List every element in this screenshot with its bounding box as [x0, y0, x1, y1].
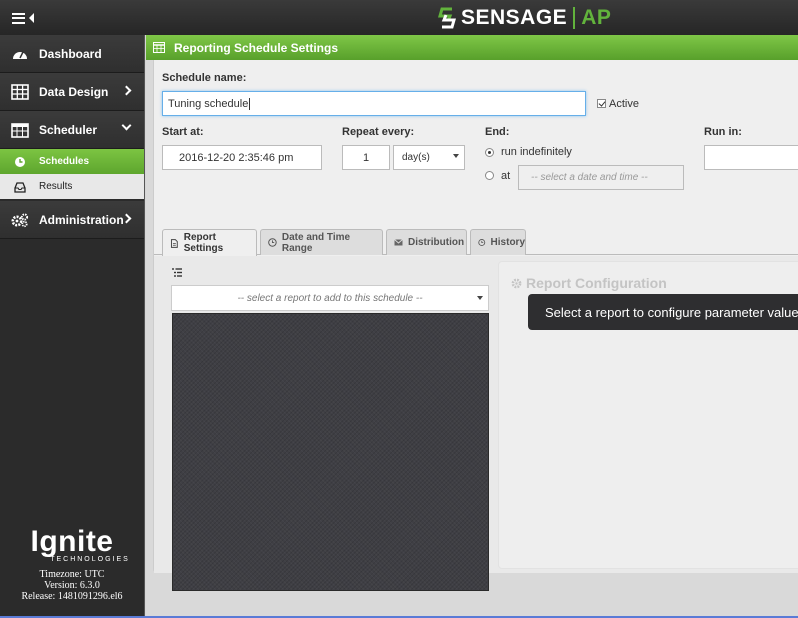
repeat-unit-value: day(s) — [402, 152, 430, 163]
tooltip-text: Select a report to configure parameter v… — [545, 304, 798, 320]
dashboard-icon — [13, 51, 27, 59]
sidebar-item-results[interactable]: Results — [0, 174, 144, 199]
end-at-label: at — [501, 170, 511, 182]
sidebar-item-scheduler[interactable]: Scheduler — [0, 111, 144, 149]
sidebar-footer: Ignite TECHNOLOGIES Timezone: UTC Versio… — [0, 525, 144, 618]
repeat-unit-select[interactable]: day(s) — [393, 145, 465, 170]
gears-icon — [11, 212, 29, 227]
panel-header: Reporting Schedule Settings — [146, 35, 798, 60]
chevron-down-icon — [477, 296, 483, 300]
schedule-name-value: Tuning schedule — [168, 97, 249, 110]
report-select-placeholder: -- select a report to add to this schedu… — [237, 292, 423, 304]
tab-label: Date and Time Range — [281, 231, 351, 254]
end-indefinitely-radio[interactable] — [485, 148, 494, 157]
end-at-radio[interactable] — [485, 171, 494, 180]
sidebar-item-label: Results — [39, 181, 73, 192]
clock-icon — [268, 238, 277, 247]
calendar-icon — [153, 42, 165, 53]
inbox-icon — [14, 181, 26, 193]
menu-toggle-button[interactable] — [12, 10, 42, 26]
tab-date-time-range[interactable]: Date and Time Range — [260, 229, 383, 255]
repeat-every-label: Repeat every: — [342, 126, 415, 138]
version-text: Version: 6.3.0 — [44, 580, 100, 591]
grid-icon — [11, 83, 29, 100]
brand-name: SENSAGE — [461, 6, 568, 29]
start-at-value: 2016-12-20 2:35:46 pm — [179, 151, 294, 164]
brand-logo: SENSAGE AP — [438, 5, 611, 31]
sidebar: Dashboard Data Design Scheduler Schedule… — [0, 35, 145, 618]
report-list-panel[interactable] — [172, 313, 489, 591]
brand-divider — [573, 7, 576, 29]
configure-hint-tooltip: Select a report to configure parameter v… — [528, 294, 798, 330]
start-at-input[interactable]: 2016-12-20 2:35:46 pm — [162, 145, 322, 170]
report-configuration-panel: Report Configuration Select a report to … — [498, 261, 798, 569]
schedule-name-label: Schedule name: — [162, 72, 247, 84]
tab-label: Report Settings — [183, 232, 224, 254]
schedule-name-input[interactable]: Tuning schedule — [162, 91, 586, 116]
chevron-down-icon — [121, 120, 132, 131]
run-in-label: Run in: — [704, 126, 742, 138]
report-select[interactable]: -- select a report to add to this schedu… — [171, 285, 489, 311]
sidebar-item-dashboard[interactable]: Dashboard — [0, 35, 144, 73]
sidebar-item-label: Schedules — [39, 156, 90, 167]
tab-bar: Report Settings Date and Time Range Dist… — [154, 229, 798, 256]
end-date-input[interactable]: -- select a date and time -- — [518, 165, 684, 190]
tab-distribution[interactable]: Distribution — [386, 229, 467, 255]
envelope-icon — [394, 239, 403, 246]
sidebar-item-label: Dashboard — [39, 46, 102, 61]
clock-icon — [15, 156, 25, 167]
ignite-logo: Ignite — [30, 525, 114, 558]
report-configuration-title-text: Report Configuration — [526, 275, 667, 291]
sidebar-item-data-design[interactable]: Data Design — [0, 73, 144, 111]
active-label: Active — [609, 98, 639, 110]
chevron-right-icon — [121, 85, 132, 96]
tab-report-settings[interactable]: Report Settings — [162, 229, 257, 256]
history-icon — [478, 239, 486, 246]
sidebar-item-label: Administration — [39, 212, 124, 227]
run-in-input[interactable] — [704, 145, 798, 170]
main-content: Reporting Schedule Settings Schedule nam… — [146, 35, 798, 618]
tab-history[interactable]: History — [470, 229, 526, 255]
calendar-icon — [11, 122, 29, 138]
top-bar: SENSAGE AP — [0, 0, 798, 35]
gear-icon — [511, 278, 522, 288]
chevron-down-icon — [453, 154, 459, 158]
report-configuration-title: Report Configuration — [511, 275, 667, 291]
report-settings-content: -- select a report to add to this schedu… — [154, 256, 798, 591]
repeat-count-input[interactable]: 1 — [342, 145, 390, 170]
repeat-count-value: 1 — [362, 151, 370, 164]
list-icon[interactable] — [172, 268, 182, 277]
sidebar-item-administration[interactable]: Administration — [0, 201, 144, 239]
release-text: Release: 1481091296.el6 — [21, 591, 123, 602]
end-indefinitely-label: run indefinitely — [501, 146, 572, 158]
start-at-label: Start at: — [162, 126, 204, 138]
end-date-placeholder: -- select a date and time -- — [531, 172, 648, 183]
active-checkbox[interactable] — [597, 99, 606, 108]
ignite-logo-subtitle: TECHNOLOGIES — [50, 556, 130, 563]
document-icon — [170, 238, 178, 248]
tab-label: History — [490, 237, 525, 248]
sidebar-item-label: Data Design — [39, 84, 109, 99]
tab-label: Distribution — [408, 237, 465, 248]
text-cursor — [249, 97, 251, 110]
timezone-text: Timezone: UTC — [39, 569, 105, 580]
panel-title: Reporting Schedule Settings — [174, 40, 339, 55]
hamburger-icon — [12, 12, 25, 24]
end-label: End: — [485, 126, 510, 138]
sidebar-item-schedules[interactable]: Schedules — [0, 149, 144, 174]
brand-suffix: AP — [581, 6, 612, 29]
sidebar-item-label: Scheduler — [39, 122, 98, 137]
sensage-logo-icon — [438, 7, 456, 29]
collapse-arrow-icon — [29, 13, 34, 23]
schedule-settings-panel: Schedule name: Tuning schedule Active St… — [153, 60, 798, 591]
